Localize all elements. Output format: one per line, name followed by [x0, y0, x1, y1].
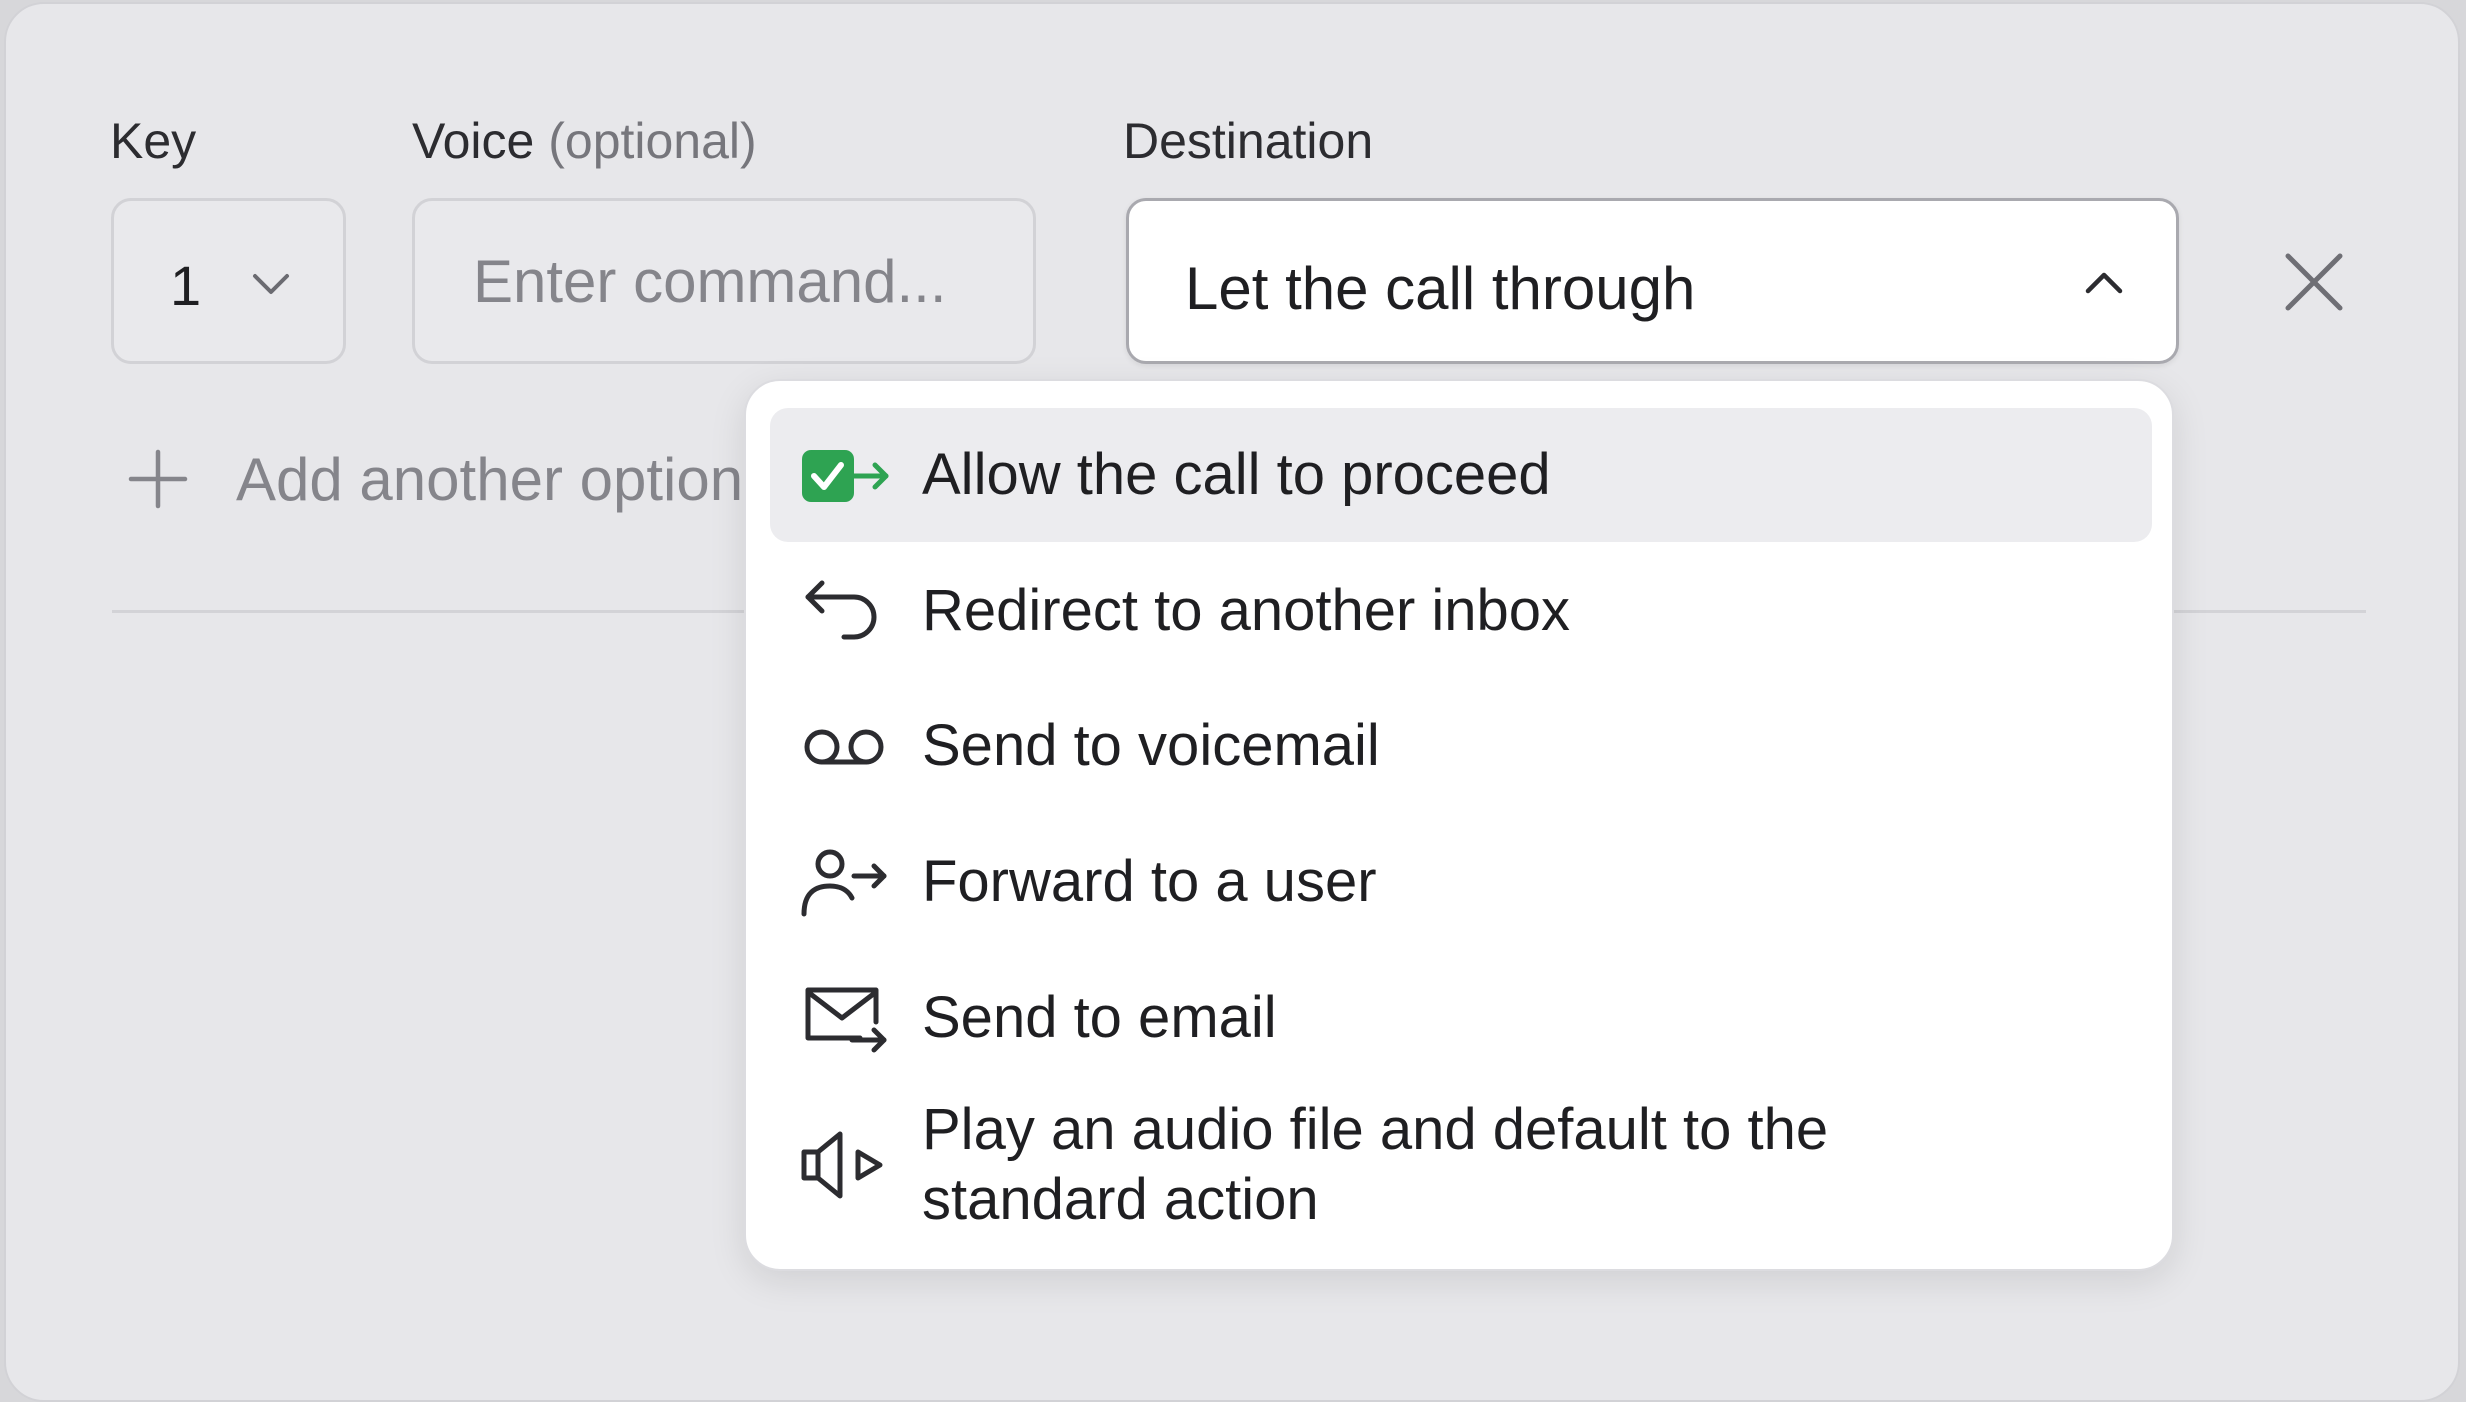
- voice-command-input[interactable]: [412, 198, 1036, 364]
- redirect-arrow-icon: [805, 580, 877, 640]
- option-label: Forward to a user: [922, 849, 1377, 914]
- option-allow-call[interactable]: Allow the call to proceed: [770, 408, 2152, 542]
- option-play-audio[interactable]: Play an audio file and default to the st…: [770, 1085, 2152, 1245]
- destination-label: Destination: [1123, 113, 1374, 169]
- user-forward-icon: [801, 849, 887, 917]
- close-icon[interactable]: [2282, 250, 2346, 314]
- chevron-down-icon: [253, 274, 289, 294]
- voice-label: Voice (optional): [412, 113, 757, 169]
- voicemail-icon: [804, 729, 884, 765]
- add-option-button[interactable]: Add another option: [128, 444, 743, 514]
- key-select[interactable]: 1: [111, 198, 346, 364]
- option-voicemail[interactable]: Send to voicemail: [770, 679, 2152, 813]
- chevron-up-icon: [2085, 272, 2123, 294]
- option-redirect-inbox[interactable]: Redirect to another inbox: [770, 544, 2152, 678]
- option-label: Redirect to another inbox: [922, 578, 1571, 643]
- plus-icon: [128, 449, 188, 509]
- speaker-play-icon: [801, 1131, 883, 1199]
- option-label: Allow the call to proceed: [922, 442, 1551, 507]
- add-option-label: Add another option: [236, 445, 744, 513]
- destination-select[interactable]: Let the call through: [1126, 198, 2179, 364]
- option-forward-user[interactable]: Forward to a user: [770, 815, 2152, 949]
- option-label: Play an audio file and default to the st…: [922, 1097, 1829, 1232]
- destination-select-value: Let the call through: [1185, 255, 1696, 322]
- option-label: Send to voicemail: [922, 713, 1380, 778]
- optional-hint: (optional): [548, 113, 757, 169]
- option-label: Send to email: [922, 985, 1277, 1050]
- key-label: Key: [110, 113, 197, 169]
- option-email[interactable]: Send to email: [770, 951, 2152, 1085]
- check-arrow-icon: [802, 450, 889, 502]
- destination-dropdown-menu: Allow the call to proceed Redirect to an…: [744, 379, 2174, 1271]
- key-select-value: 1: [170, 254, 202, 317]
- mail-forward-icon: [805, 987, 887, 1053]
